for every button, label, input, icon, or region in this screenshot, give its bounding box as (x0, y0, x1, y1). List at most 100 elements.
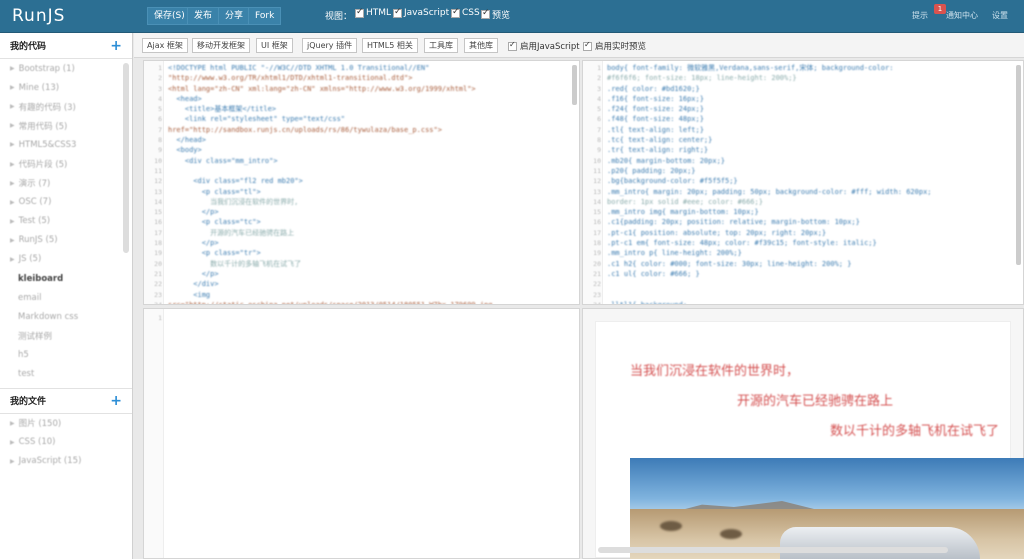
sidebar-code-item[interactable]: 测试样例 (0, 326, 132, 345)
ajax-framework-menu[interactable]: Ajax 框架 (142, 38, 188, 53)
view-label: 视图： (325, 12, 353, 22)
sidebar-code-item[interactable]: h5 (0, 345, 132, 364)
sidebar-folder[interactable]: ▶ 有趣的代码 (3) (0, 97, 132, 116)
html-code[interactable]: <!DOCTYPE html PUBLIC "-//W3C//DTD XHTML… (168, 63, 569, 304)
app-logo[interactable]: RunJS (12, 6, 65, 26)
sidebar-code-item[interactable]: Markdown css (0, 307, 132, 326)
sidebar-code-item[interactable]: test (0, 365, 132, 384)
js-editor[interactable]: 1 (143, 308, 580, 559)
code-line: <img (168, 290, 211, 299)
html-editor[interactable]: 1 2 3 4 5 6 7 8 9 10 11 12 13 14 15 16 1… (143, 60, 580, 305)
hint-link[interactable]: 提示 (912, 10, 928, 21)
code-line: .mm_intro{ margin: 20px; padding: 50px; … (607, 187, 932, 196)
checkbox-icon (508, 40, 517, 51)
code-line: .mm_intro p{ line-height: 200%;} (607, 249, 742, 258)
chevron-right-icon: ▶ (10, 160, 15, 168)
sidebar-folder[interactable]: ▶ 代码片段 (5) (0, 154, 132, 173)
html5-menu[interactable]: HTML5 相关 (362, 38, 418, 53)
sidebar-code-item[interactable]: kleiboard (0, 269, 132, 288)
chevron-right-icon: ▶ (10, 179, 15, 187)
view-html-toggle[interactable]: HTML (355, 7, 391, 18)
sidebar-folder[interactable]: ▶ OSC (7) (0, 193, 132, 212)
sidebar-folder[interactable]: ▶ Test (5) (0, 212, 132, 231)
enable-live-preview-checkbox[interactable]: 启用实时预览 (583, 40, 646, 52)
line-gutter (144, 309, 164, 558)
chevron-right-icon: ▶ (10, 141, 15, 149)
view-css-toggle[interactable]: CSS (451, 7, 480, 18)
code-line: </p> (168, 208, 219, 217)
code-line: .f48{ font-size: 48px;} (607, 115, 704, 124)
code-line: .lltl1{ background: (607, 300, 688, 305)
add-file-icon[interactable]: + (110, 393, 122, 409)
code-line: 当我们沉浸在软件的世界时, (168, 197, 299, 206)
sidebar-file-folder[interactable]: ▶ JavaScript (15) (0, 452, 132, 471)
code-line: </p> (168, 269, 219, 278)
css-editor-scrollbar[interactable] (1016, 65, 1021, 265)
view-preview-toggle[interactable]: 预览 (481, 8, 510, 21)
sidebar-scrollbar[interactable] (123, 63, 129, 253)
code-line: <title>基本框架</title> (168, 105, 277, 114)
settings-link[interactable]: 设置 (992, 10, 1008, 21)
message-center-link[interactable]: 通知中心 (946, 10, 978, 21)
file-list: ▶ 图片 (150) ▶ CSS (10) ▶ JavaScript (15) (0, 414, 132, 471)
code-line: .red{ color: #bd1620;} (607, 84, 700, 93)
sidebar-folder[interactable]: ▶ 常用代码 (5) (0, 116, 132, 135)
code-line: <link rel="stylesheet" type="text/css" (168, 115, 346, 124)
sidebar-folder[interactable]: ▶ RunJS (5) (0, 231, 132, 250)
tools-menu[interactable]: 工具库 (424, 38, 458, 53)
code-line: <!DOCTYPE html PUBLIC "-//W3C//DTD XHTML… (168, 64, 430, 72)
sidebar-code-item[interactable]: email (0, 288, 132, 307)
preview-line-3: 数以千计的多轴飞机在试飞了 (830, 424, 1000, 439)
sidebar-folder[interactable]: ▶ HTML5&CSS3 (0, 135, 132, 154)
code-line: .f24{ font-size: 24px;} (607, 105, 704, 114)
css-editor[interactable]: 1 2 3 4 5 6 7 8 9 10 11 12 13 14 15 16 1… (582, 60, 1024, 305)
fork-button[interactable]: Fork (248, 7, 282, 25)
enable-js-checkbox[interactable]: 启用JavaScript (508, 40, 580, 52)
preview-line-2: 开源的汽车已经驰骋在路上 (737, 394, 894, 409)
preview-scrollbar[interactable] (598, 547, 948, 553)
checkbox-icon (481, 8, 490, 19)
code-line: 数以千计的多轴飞机在试飞了 (168, 259, 302, 268)
line-numbers: 1 (158, 314, 162, 322)
ui-framework-menu[interactable]: UI 框架 (256, 38, 293, 53)
save-button[interactable]: 保存(S) (147, 7, 192, 25)
share-button[interactable]: 分享 (218, 7, 251, 25)
sidebar-file-folder[interactable]: ▶ 图片 (150) (0, 414, 132, 433)
css-code[interactable]: body{ font-family: 微软雅黑,Verdana,sans-ser… (607, 63, 1013, 305)
chevron-right-icon: ▶ (10, 65, 15, 73)
publish-button[interactable]: 发布 (187, 7, 220, 25)
code-line: </head> (168, 136, 206, 145)
sidebar-file-folder[interactable]: ▶ CSS (10) (0, 433, 132, 452)
code-line: .c1 h2{ color: #000; font-size: 30px; li… (607, 259, 852, 268)
checkbox-icon (583, 40, 592, 51)
other-lib-menu[interactable]: 其他库 (464, 38, 498, 53)
chevron-right-icon: ▶ (10, 84, 15, 92)
html-editor-scrollbar[interactable] (572, 65, 577, 105)
code-line: <p class="tr"> (168, 249, 261, 258)
code-line: </p> (168, 239, 219, 248)
code-line: #f6f6f6; font-size: 18px; line-height: 2… (607, 74, 797, 83)
preview-image (630, 458, 1024, 559)
jquery-plugin-menu[interactable]: jQuery 插件 (302, 38, 358, 53)
sidebar-folder[interactable]: ▶ 演示 (7) (0, 174, 132, 193)
code-line: .bg{background-color: #f5f5f5;} (607, 177, 738, 186)
code-line: <html lang="zh-CN" xml:lang="zh-CN" xmln… (168, 84, 476, 93)
checkbox-icon (355, 7, 364, 18)
view-js-toggle[interactable]: JavaScript (393, 7, 449, 18)
checkbox-icon (451, 7, 460, 18)
add-code-icon[interactable]: + (110, 38, 122, 54)
sidebar-folder[interactable]: ▶ JS (5) (0, 250, 132, 269)
library-toolbar: Ajax 框架 移动开发框架 UI 框架 jQuery 插件 HTML5 相关 … (134, 33, 1024, 58)
chevron-right-icon: ▶ (10, 438, 15, 446)
mobile-framework-menu[interactable]: 移动开发框架 (192, 38, 250, 53)
sidebar-folder[interactable]: ▶ Bootstrap (1) (0, 59, 132, 78)
code-line: <head> (168, 94, 202, 103)
chevron-right-icon: ▶ (10, 198, 15, 206)
checkbox-icon (393, 7, 402, 18)
sidebar-folder[interactable]: ▶ Mine (13) (0, 78, 132, 97)
code-line: <body> (168, 146, 202, 155)
code-line: border: 1px solid #eee; color: #666;} (607, 197, 763, 206)
chevron-right-icon: ▶ (10, 217, 15, 225)
my-code-header: 我的代码 + (0, 33, 132, 59)
